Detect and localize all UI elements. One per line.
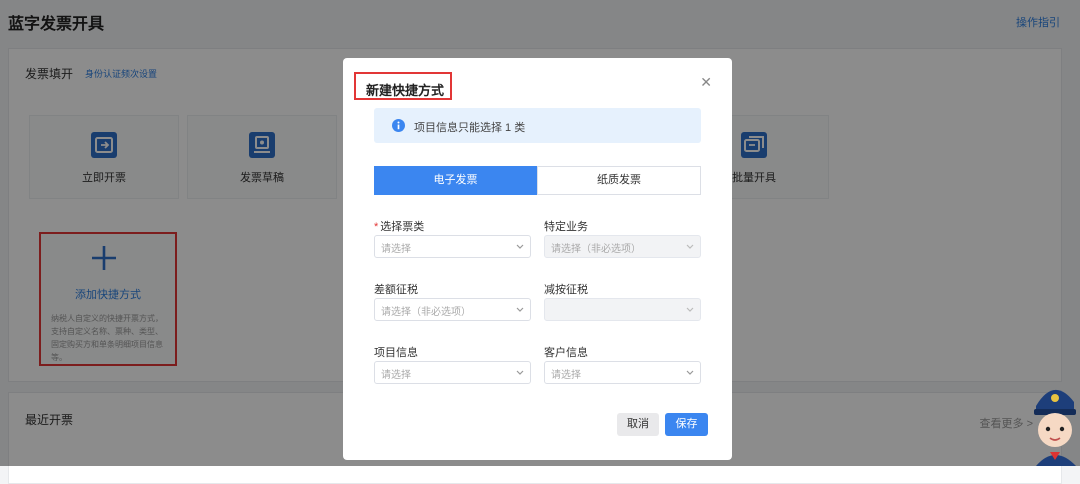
reduced-tax-select bbox=[544, 298, 701, 321]
chevron-down-icon bbox=[516, 307, 524, 312]
cancel-button[interactable]: 取消 bbox=[617, 413, 659, 436]
ticket-type-select[interactable]: 请选择 bbox=[374, 235, 531, 258]
dialog-title: 新建快捷方式 bbox=[366, 83, 445, 98]
assistant-mascot-icon[interactable] bbox=[1028, 372, 1080, 466]
dialog-title-highlight: 新建快捷方式 bbox=[354, 72, 452, 100]
required-mark: * bbox=[374, 221, 379, 233]
info-text: 项目信息只能选择 1 类 bbox=[414, 122, 526, 134]
chevron-down-icon bbox=[516, 370, 524, 375]
ticket-type-label: * 选择票类 bbox=[374, 221, 425, 233]
special-business-select: 请选择（非必选项） bbox=[544, 235, 701, 258]
item-info-select[interactable]: 请选择 bbox=[374, 361, 531, 384]
chevron-down-icon bbox=[686, 244, 694, 249]
tab-paper-invoice[interactable]: 纸质发票 bbox=[537, 166, 701, 195]
new-shortcut-dialog: 新建快捷方式 ✕ 项目信息只能选择 1 类 电子发票 纸质发票 * 选择票类 请选… bbox=[343, 58, 732, 460]
chevron-down-icon bbox=[686, 307, 694, 312]
select-placeholder: 请选择 bbox=[381, 244, 411, 255]
chevron-down-icon bbox=[686, 370, 694, 375]
customer-info-select[interactable]: 请选择 bbox=[544, 361, 701, 384]
customer-info-label: 客户信息 bbox=[544, 347, 588, 359]
save-button[interactable]: 保存 bbox=[665, 413, 708, 436]
tab-electronic-invoice[interactable]: 电子发票 bbox=[374, 166, 537, 195]
select-placeholder: 请选择（非必选项） bbox=[381, 307, 471, 318]
diff-tax-select[interactable]: 请选择（非必选项） bbox=[374, 298, 531, 321]
invoice-type-tabs: 电子发票 纸质发票 bbox=[374, 166, 701, 195]
special-business-label: 特定业务 bbox=[544, 221, 588, 233]
item-info-label: 项目信息 bbox=[374, 347, 418, 359]
info-alert: 项目信息只能选择 1 类 bbox=[374, 108, 701, 143]
info-icon bbox=[392, 119, 405, 132]
select-placeholder: 请选择 bbox=[381, 370, 411, 381]
select-placeholder: 请选择 bbox=[551, 370, 581, 381]
close-icon[interactable]: ✕ bbox=[700, 75, 712, 89]
diff-tax-label: 差额征税 bbox=[374, 284, 418, 296]
reduced-tax-label: 减按征税 bbox=[544, 284, 588, 296]
chevron-down-icon bbox=[516, 244, 524, 249]
select-placeholder: 请选择（非必选项） bbox=[551, 244, 641, 255]
